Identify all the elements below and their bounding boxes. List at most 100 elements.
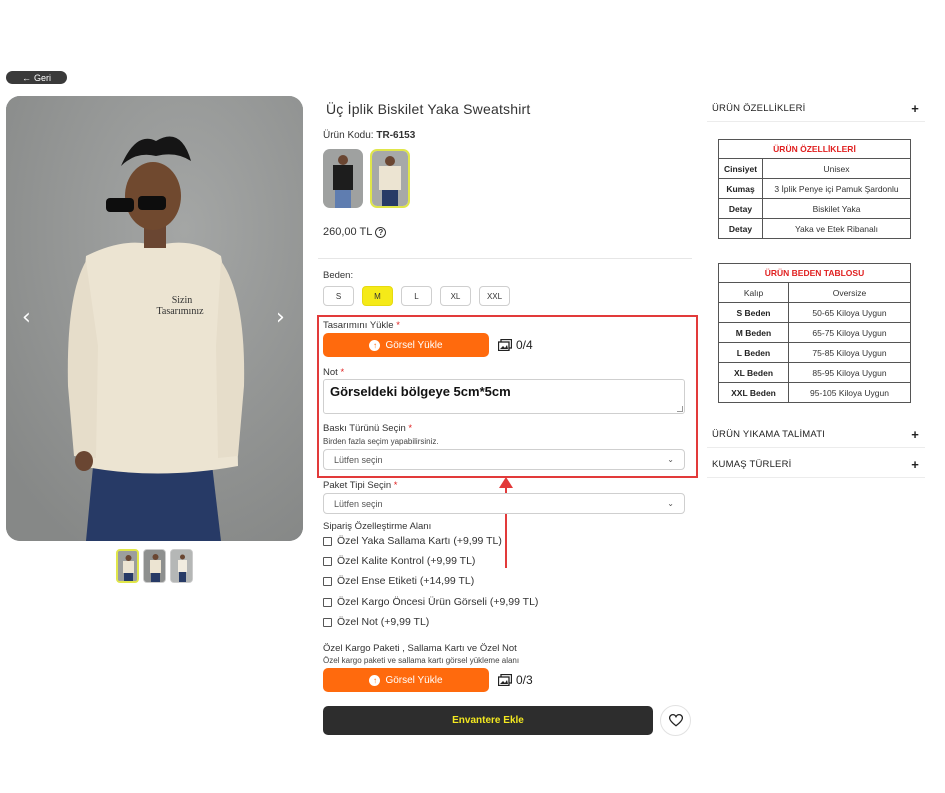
checkbox[interactable] — [323, 617, 332, 627]
customization-option-label: Özel Not (+9,99 TL) — [337, 616, 430, 628]
table-cell-value: Oversize — [788, 282, 911, 303]
checkbox[interactable] — [323, 556, 332, 566]
table-cell-key: XL Beden — [718, 362, 789, 383]
product-main-image: Sizin Tasarımınız — [6, 96, 303, 541]
size-table: ÜRÜN BEDEN TABLOSU Kalıp Oversize S Beden… — [718, 263, 911, 403]
size-table-title: ÜRÜN BEDEN TABLOSU — [718, 263, 911, 283]
arrow-left-icon: ← — [21, 72, 31, 83]
table-cell-value: 75-85 Kiloya Uygun — [788, 342, 911, 363]
price-value: 260,00 TL — [323, 226, 373, 238]
cargo-upload-count: 0/3 — [516, 673, 533, 687]
size-option-s[interactable]: S — [323, 286, 354, 306]
checkbox[interactable] — [323, 576, 332, 586]
package-type-placeholder: Lütfen seçin — [334, 498, 383, 509]
accordion-fabric-types[interactable]: KUMAŞ TÜRLERİ + — [707, 452, 925, 478]
table-cell-value: 85-95 Kiloya Uygun — [788, 362, 911, 383]
prev-image-button[interactable]: ‹ — [22, 305, 31, 330]
table-cell-key: Kumaş — [718, 178, 763, 199]
variant-image — [323, 149, 363, 208]
accordion-washing-instructions[interactable]: ÜRÜN YIKAMA TALİMATI + — [707, 422, 925, 448]
cargo-title: Özel Kargo Paketi , Sallama Kartı ve Öze… — [323, 643, 517, 654]
heart-icon — [668, 714, 683, 727]
cargo-upload-button[interactable]: ↑ Görsel Yükle — [323, 668, 489, 692]
product-code: Ürün Kodu: TR-6153 — [323, 130, 415, 141]
size-label: Beden: — [323, 270, 354, 281]
product-code-label: Ürün Kodu: — [323, 130, 374, 141]
customization-option[interactable]: Özel Yaka Sallama Kartı (+9,99 TL) — [323, 535, 502, 547]
table-cell-value: 95-105 Kiloya Uygun — [788, 382, 911, 403]
table-cell-key: M Beden — [718, 322, 789, 343]
checkbox[interactable] — [323, 536, 332, 546]
customization-option-label: Özel Ense Etiketi (+14,99 TL) — [337, 575, 475, 587]
plus-icon: + — [911, 101, 919, 116]
thumbnail-image — [171, 550, 192, 582]
features-table-title: ÜRÜN ÖZELLİKLERİ — [718, 139, 911, 159]
features-table: ÜRÜN ÖZELLİKLERİ Cinsiyet Unisex Kumaş 3 İ… — [718, 139, 911, 239]
customization-option-label: Özel Kargo Öncesi Ürün Görseli (+9,99 TL… — [337, 596, 539, 608]
customization-option-label: Özel Yaka Sallama Kartı (+9,99 TL) — [337, 535, 502, 547]
table-cell-key: L Beden — [718, 342, 789, 363]
svg-text:Sizin: Sizin — [172, 295, 193, 306]
size-option-xxl[interactable]: XXL — [479, 286, 510, 306]
customization-option-label: Özel Kalite Kontrol (+9,99 TL) — [337, 555, 476, 567]
image-thumbnails — [116, 549, 193, 583]
package-type-label-text: Paket Tipi Seçin — [323, 480, 392, 491]
product-title: Üç İplik Biskilet Yaka Sweatshirt — [326, 101, 531, 117]
next-image-button[interactable]: › — [276, 305, 285, 330]
package-type-select[interactable]: Lütfen seçin ⌄ — [323, 493, 685, 514]
size-option-m[interactable]: M — [362, 286, 393, 306]
table-cell-key: S Beden — [718, 302, 789, 323]
table-cell-key: XXL Beden — [718, 382, 789, 403]
cargo-upload-label: Görsel Yükle — [385, 674, 443, 686]
accordion-title: KUMAŞ TÜRLERİ — [712, 459, 792, 470]
cargo-upload-counter: 0/3 — [498, 673, 533, 687]
back-label: Geri — [33, 72, 51, 83]
upload-icon: ↑ — [369, 674, 381, 686]
thumbnail-2[interactable] — [143, 549, 166, 583]
product-code-value: TR-6153 — [376, 130, 416, 141]
customization-option[interactable]: Özel Kargo Öncesi Ürün Görseli (+9,99 TL… — [323, 596, 538, 608]
checkbox[interactable] — [323, 597, 332, 607]
favorite-button[interactable] — [660, 705, 691, 736]
thumbnail-image — [144, 550, 165, 582]
required-marker: * — [393, 480, 398, 491]
annotation-highlight-box — [317, 315, 698, 478]
back-button[interactable]: ← Geri — [6, 71, 67, 84]
thumbnail-image — [118, 551, 137, 581]
plus-icon: + — [911, 457, 919, 472]
package-type-label: Paket Tipi Seçin * — [323, 480, 397, 491]
color-variant-cream[interactable] — [370, 149, 410, 208]
table-cell-value: 65-75 Kiloya Uygun — [788, 322, 911, 343]
table-cell-key: Detay — [718, 218, 763, 239]
color-variant-black[interactable] — [323, 149, 363, 208]
divider — [318, 258, 692, 259]
size-option-xl[interactable]: XL — [440, 286, 471, 306]
variant-image — [372, 151, 408, 206]
customization-label: Sipariş Özelleştirme Alanı — [323, 521, 432, 532]
images-icon — [498, 674, 512, 686]
thumbnail-1[interactable] — [116, 549, 139, 583]
table-cell-value: 3 İplik Penye içi Pamuk Şardonlu — [762, 178, 911, 199]
table-cell-key: Cinsiyet — [718, 158, 763, 179]
table-cell-value: Yaka ve Etek Ribanalı — [762, 218, 911, 239]
thumbnail-3[interactable] — [170, 549, 193, 583]
accordion-title: ÜRÜN YIKAMA TALİMATI — [712, 429, 826, 440]
svg-text:Tasarımınız: Tasarımınız — [156, 306, 204, 317]
add-to-inventory-button[interactable]: Envantere Ekle — [323, 706, 653, 735]
plus-icon: + — [911, 427, 919, 442]
model-illustration: Sizin Tasarımınız — [6, 96, 303, 541]
chevron-down-icon: ⌄ — [667, 499, 674, 508]
cargo-subtitle: Özel kargo paketi ve sallama kartı görse… — [323, 656, 520, 665]
table-cell-key: Detay — [718, 198, 763, 219]
customization-option[interactable]: Özel Kalite Kontrol (+9,99 TL) — [323, 555, 475, 567]
table-cell-value: Biskilet Yaka — [762, 198, 911, 219]
table-cell-value: Unisex — [762, 158, 911, 179]
accordion-product-features[interactable]: ÜRÜN ÖZELLİKLERİ + — [707, 96, 925, 122]
accordion-title: ÜRÜN ÖZELLİKLERİ — [712, 103, 806, 114]
customization-option[interactable]: Özel Not (+9,99 TL) — [323, 616, 429, 628]
size-option-l[interactable]: L — [401, 286, 432, 306]
table-cell-value: 50-65 Kiloya Uygun — [788, 302, 911, 323]
table-cell-key: Kalıp — [718, 282, 789, 303]
question-icon[interactable]: ? — [375, 226, 387, 238]
customization-option[interactable]: Özel Ense Etiketi (+14,99 TL) — [323, 575, 474, 587]
